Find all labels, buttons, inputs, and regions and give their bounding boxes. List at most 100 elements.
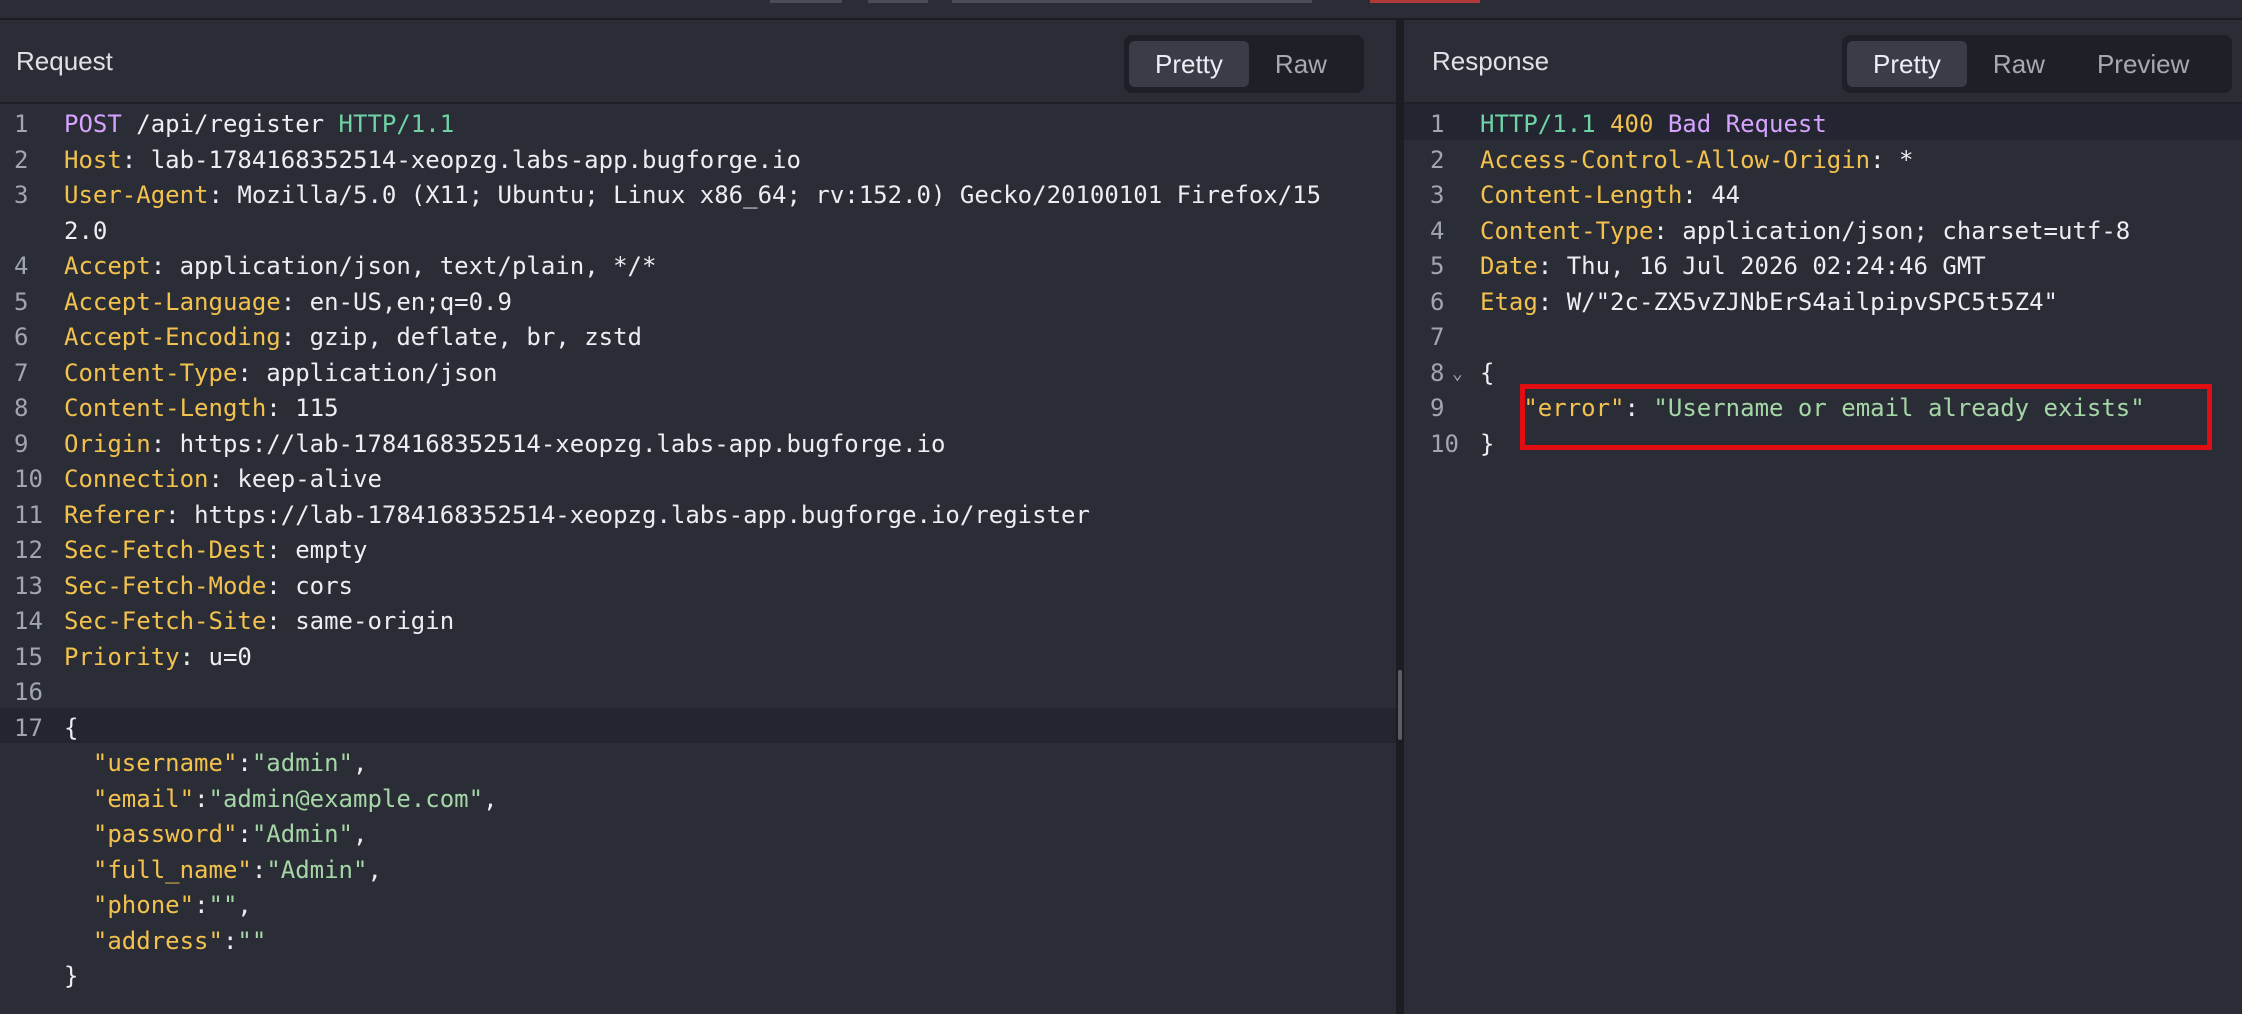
request-view-tabs: Pretty Raw xyxy=(1124,35,1364,93)
json-key: "full_name" xyxy=(92,855,252,884)
line-number: 5 xyxy=(1430,252,1445,280)
header-line: 3 User-Agent: Mozilla/5.0 (X11; Ubuntu; L… xyxy=(0,175,1396,211)
header-value: 44 xyxy=(1711,181,1741,209)
header-value: application/json; charset=utf-8 xyxy=(1682,216,2131,245)
request-tab-pretty[interactable]: Pretty xyxy=(1129,41,1249,87)
json-field: "username":"admin", xyxy=(0,743,1396,779)
header-name: Host xyxy=(64,145,122,174)
header-line: 13 Sec-Fetch-Mode: cors xyxy=(0,566,1396,602)
header-name: Accept xyxy=(64,252,151,280)
header-line: 5 Accept-Language: en-US,en;q=0.9 xyxy=(0,282,1396,318)
panel-divider[interactable] xyxy=(1396,20,1404,1014)
line-number: 6 xyxy=(1430,287,1445,316)
header-value: https://lab-1784168352514-xeopzg.labs-ap… xyxy=(179,429,946,458)
header-value: lab-1784168352514-xeopzg.labs-app.bugfor… xyxy=(150,145,801,174)
line-number: 14 xyxy=(14,607,43,635)
blank-line: 16 xyxy=(0,672,1396,708)
header-name: Referer xyxy=(64,500,166,529)
line-number: 12 xyxy=(14,536,43,564)
json-open: 8 {⌄ xyxy=(1404,353,2242,389)
line-number: 3 xyxy=(1430,181,1445,209)
fold-chevron-icon[interactable]: ⌄ xyxy=(1452,363,1463,384)
header-line: 2.0 xyxy=(0,211,1396,247)
response-title: Response xyxy=(1432,46,1550,76)
header-separator: : xyxy=(1870,145,1900,174)
response-tab-preview[interactable]: Preview xyxy=(2071,41,2215,87)
request-editor[interactable]: 1 POST /api/register HTTP/1.1 2 Host: lab… xyxy=(0,104,1396,1014)
header-line: 6 Accept-Encoding: gzip, deflate, br, zst… xyxy=(0,317,1396,353)
header-line: 6 Etag: W/"2c-ZX5vZJNbErS4ailpipvSPC5t5Z4… xyxy=(1404,282,2242,318)
json-colon: : xyxy=(194,784,209,813)
header-value: application/json, text/plain, */* xyxy=(179,252,657,280)
line-number: 2 xyxy=(1430,145,1445,174)
header-separator: : xyxy=(1537,252,1567,280)
response-tab-pretty[interactable]: Pretty xyxy=(1847,41,1967,87)
line-number: 10 xyxy=(1430,429,1459,458)
header-line: 15 Priority: u=0 xyxy=(0,637,1396,673)
resize-handle[interactable] xyxy=(1398,670,1402,740)
response-panel: Response Pretty Raw Preview 1 HTTP/1.1 4… xyxy=(1404,20,2242,1014)
response-editor[interactable]: 1 HTTP/1.1 400 Bad Request 2 Access-Contr… xyxy=(1404,104,2242,1014)
header-line: 14 Sec-Fetch-Site: same-origin xyxy=(0,601,1396,637)
header-line: 9 Origin: https://lab-1784168352514-xeopz… xyxy=(0,424,1396,460)
response-tab-raw[interactable]: Raw xyxy=(1967,41,2071,87)
json-brace: } xyxy=(64,962,79,990)
json-value: "" xyxy=(237,926,267,955)
line-number: 16 xyxy=(14,678,43,706)
header-value: Mozilla/5.0 (X11; Ubuntu; Linux x86_64; … xyxy=(237,181,1322,209)
header-line: 8 Content-Length: 115 xyxy=(0,388,1396,424)
json-colon: : xyxy=(222,926,238,955)
header-value: gzip, deflate, br, zstd xyxy=(309,323,642,351)
header-name: Accept-Encoding xyxy=(64,323,281,351)
header-value: application/json xyxy=(266,358,498,387)
status-code: 400 xyxy=(1610,110,1654,138)
header-separator: : xyxy=(1537,287,1567,316)
header-line: 4 Accept: application/json, text/plain, *… xyxy=(0,246,1396,282)
line-number: 7 xyxy=(14,358,29,387)
header-value: en-US,en;q=0.9 xyxy=(309,287,512,316)
top-toolbar-strip xyxy=(0,0,2242,20)
header-value: W/"2c-ZX5vZJNbErS4ailpipvSPC5t5Z4" xyxy=(1566,287,2058,316)
header-line: 5 Date: Thu, 16 Jul 2026 02:24:46 GMT xyxy=(1404,246,2242,282)
line-number: 13 xyxy=(14,571,43,600)
header-value: * xyxy=(1899,145,1914,174)
json-field: "password":"Admin", xyxy=(0,814,1396,850)
request-tab-raw[interactable]: Raw xyxy=(1249,41,1353,87)
header-value: https://lab-1784168352514-xeopzg.labs-ap… xyxy=(194,500,1090,529)
header-name: Content-Type xyxy=(1480,216,1654,245)
header-name: Content-Length xyxy=(64,394,267,422)
header-separator: : xyxy=(165,500,195,529)
line-number: 4 xyxy=(1430,216,1445,245)
header-separator: : xyxy=(208,181,238,209)
json-value: "admin" xyxy=(251,749,354,777)
json-key: "phone" xyxy=(92,891,195,919)
header-name: User-Agent xyxy=(64,181,209,209)
status-line: 1 HTTP/1.1 400 Bad Request xyxy=(1404,104,2242,140)
header-separator: : xyxy=(280,287,310,316)
header-separator: : xyxy=(150,252,180,280)
json-brace: { xyxy=(64,713,79,742)
header-line: 2 Access-Control-Allow-Origin: * xyxy=(1404,140,2242,176)
json-field: "address":"" xyxy=(0,921,1396,957)
header-value: 2.0 xyxy=(64,216,108,245)
json-key: "username" xyxy=(92,749,238,777)
header-line: 3 Content-Length: 44 xyxy=(1404,175,2242,211)
header-name: Connection xyxy=(64,465,209,493)
status-text: Bad Request xyxy=(1667,110,1827,138)
header-value: 115 xyxy=(295,394,339,422)
line-number: 7 xyxy=(1430,323,1445,351)
header-separator: : xyxy=(208,465,238,493)
header-value: Thu, 16 Jul 2026 02:24:46 GMT xyxy=(1566,252,1986,280)
blank-line: 7 xyxy=(1404,317,2242,353)
response-view-tabs: Pretty Raw Preview xyxy=(1842,35,2232,93)
header-name: Sec-Fetch-Dest xyxy=(64,536,267,564)
request-path: /api/register xyxy=(136,110,325,138)
header-separator: : xyxy=(150,429,180,458)
toolbar-fragment xyxy=(952,0,1312,3)
line-number: 15 xyxy=(14,642,43,671)
header-name: Accept-Language xyxy=(64,287,281,316)
